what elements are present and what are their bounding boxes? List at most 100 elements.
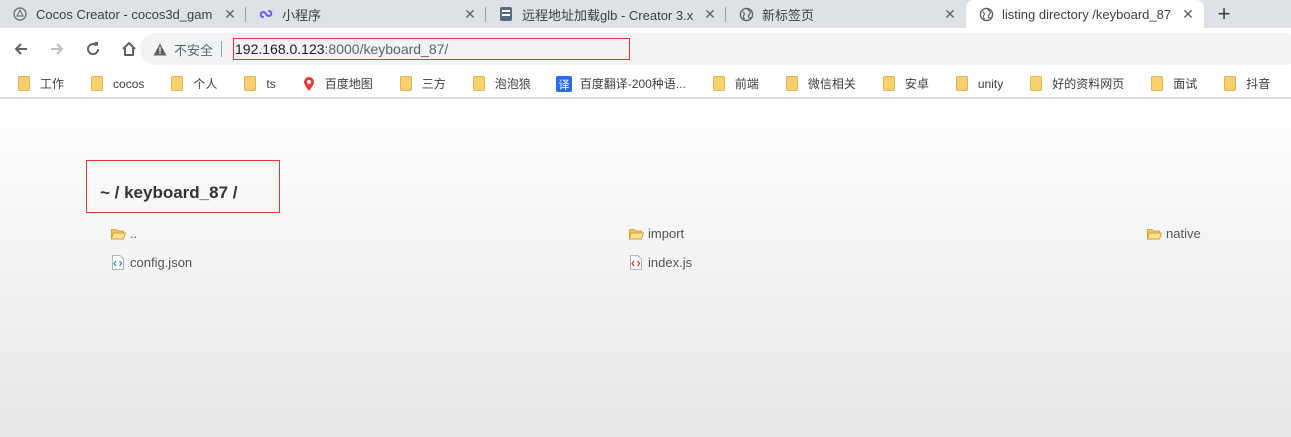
translate-icon: 译 (555, 75, 572, 92)
bookmark-label: 前端 (734, 77, 759, 91)
bookmark-item[interactable]: 泡泡狼 (457, 70, 542, 97)
url-text[interactable]: 192.168.0.123:8000/keyboard_87/ (233, 38, 630, 60)
tab-new-tab[interactable]: 新标签页 ✕ (726, 0, 966, 28)
folder-icon (954, 76, 970, 92)
folder-icon (1149, 76, 1165, 92)
file-entry-native[interactable]: native (1146, 226, 1201, 241)
folder-icon (89, 76, 105, 92)
browser-toolbar: 不安全 192.168.0.123:8000/keyboard_87/ (0, 28, 1291, 70)
folder-open-icon (628, 227, 644, 241)
arrow-right-icon (51, 43, 64, 55)
bookmark-item[interactable]: 面试 (1135, 70, 1208, 97)
bookmark-label: 泡泡狼 (494, 77, 531, 91)
forum-icon (498, 6, 514, 22)
reload-button[interactable] (78, 34, 108, 64)
tab-title: Cocos Creator - cocos3d_gam (36, 6, 213, 22)
file-name: .. (130, 226, 138, 241)
omnibox-divider (221, 41, 223, 57)
json-file-icon (110, 255, 126, 270)
tab-strip: Cocos Creator - cocos3d_gam ✕ 小程序 ✕ 远程地址… (0, 0, 1291, 28)
tab-listing-directory[interactable]: listing directory /keyboard_87 ✕ (966, 0, 1204, 28)
back-button[interactable] (6, 34, 36, 64)
bookmark-label: unity (977, 76, 1004, 91)
bookmark-item[interactable]: 三方 (384, 70, 457, 97)
bookmark-label: cocos (113, 76, 145, 91)
close-icon[interactable]: ✕ (702, 6, 718, 22)
bookmark-label: 安卓 (904, 77, 929, 91)
page-title: ~ / keyboard_87 / (100, 183, 238, 202)
url-path: :8000/keyboard_87/ (324, 41, 449, 57)
bookmark-item[interactable]: biubiu (1281, 70, 1291, 97)
bookmark-label: 抖音 (1246, 77, 1271, 91)
new-tab-button[interactable]: + (1210, 0, 1238, 28)
svg-text:译: 译 (558, 78, 569, 91)
cocos-icon (12, 6, 28, 22)
close-icon[interactable]: ✕ (462, 6, 478, 22)
bookmark-item[interactable]: 译百度翻译-200种语... (542, 70, 697, 97)
bookmark-label: 微信相关 (807, 77, 856, 91)
bookmark-item[interactable]: 安卓 (867, 70, 940, 97)
folder-icon (711, 76, 727, 92)
file-name: native (1166, 226, 1201, 241)
folder-open-icon (110, 227, 126, 241)
globe-icon (978, 6, 994, 22)
file-name: config.json (130, 255, 193, 270)
tab-forum[interactable]: 远程地址加载glb - Creator 3.x ✕ (486, 0, 726, 28)
file-entry-import[interactable]: import (628, 226, 684, 241)
bookmark-item[interactable]: 抖音 (1208, 70, 1281, 97)
url-host: 192.168.0.123 (235, 41, 325, 57)
bookmark-label: 个人 (193, 77, 218, 91)
tab-title: 小程序 (282, 7, 322, 23)
bookmark-item[interactable]: unity (940, 70, 1014, 97)
bookmark-label: 百度地图 (324, 77, 373, 91)
folder-icon (1222, 76, 1238, 92)
bookmark-label: 百度翻译-200种语... (579, 77, 686, 91)
js-file-icon (628, 255, 644, 270)
tab-miniprogram[interactable]: 小程序 ✕ (246, 0, 486, 28)
bookmark-item[interactable]: 个人 (155, 70, 228, 97)
bookmarks-bar: 工作 cocos 个人 ts 百度地图 三方 泡泡狼译百度翻译-200种语... 前端 微信相关… (0, 70, 1291, 98)
folder-icon (398, 76, 414, 92)
close-icon[interactable]: ✕ (222, 6, 238, 22)
bookmark-item[interactable]: 好的资料网页 (1014, 70, 1135, 97)
folder-icon (471, 76, 487, 92)
bookmark-label: 三方 (421, 77, 446, 91)
tab-title: 新标签页 (762, 7, 815, 23)
file-entry-index-js[interactable]: index.js (628, 255, 692, 270)
file-entry-config-json[interactable]: config.json (110, 255, 192, 270)
reload-icon (87, 42, 100, 56)
directory-listing-page: ~ / keyboard_87 / .. import native confi… (0, 99, 1291, 437)
folder-icon (881, 76, 897, 92)
bookmark-item[interactable]: ts (228, 70, 286, 97)
close-icon[interactable]: ✕ (1180, 6, 1196, 22)
bookmark-label: 好的资料网页 (1052, 77, 1125, 91)
file-name: import (648, 226, 685, 241)
bookmark-label: 工作 (40, 77, 65, 91)
folder-open-icon (1146, 227, 1162, 241)
folder-icon (242, 76, 258, 92)
home-icon (122, 42, 136, 56)
bookmark-item[interactable]: 工作 (0, 70, 75, 97)
file-name: index.js (648, 255, 693, 270)
arrow-left-icon (14, 43, 27, 55)
bookmark-item[interactable]: 微信相关 (770, 70, 867, 97)
globe-icon (738, 6, 754, 22)
bookmark-item[interactable]: 百度地图 (287, 70, 384, 97)
warning-triangle-icon[interactable] (152, 41, 168, 57)
folder-icon (784, 76, 800, 92)
folder-icon (169, 76, 185, 92)
folder-icon (1028, 76, 1044, 92)
bookmark-item[interactable]: 前端 (697, 70, 770, 97)
close-icon[interactable]: ✕ (942, 6, 958, 22)
tab-title: 远程地址加载glb - Creator 3.x (522, 7, 694, 23)
bookmark-item[interactable]: cocos (75, 70, 155, 97)
bookmark-label: 面试 (1173, 77, 1198, 91)
folder-icon (16, 76, 32, 92)
map-pin-icon (301, 76, 317, 92)
forward-button[interactable] (42, 34, 72, 64)
file-entry-parent[interactable]: .. (110, 226, 137, 241)
tab-title: listing directory /keyboard_87 (1002, 6, 1172, 22)
address-bar[interactable]: 不安全 192.168.0.123:8000/keyboard_87/ (140, 33, 1291, 65)
not-secure-label[interactable]: 不安全 (174, 40, 213, 59)
tab-cocos-creator[interactable]: Cocos Creator - cocos3d_gam ✕ (0, 0, 246, 28)
